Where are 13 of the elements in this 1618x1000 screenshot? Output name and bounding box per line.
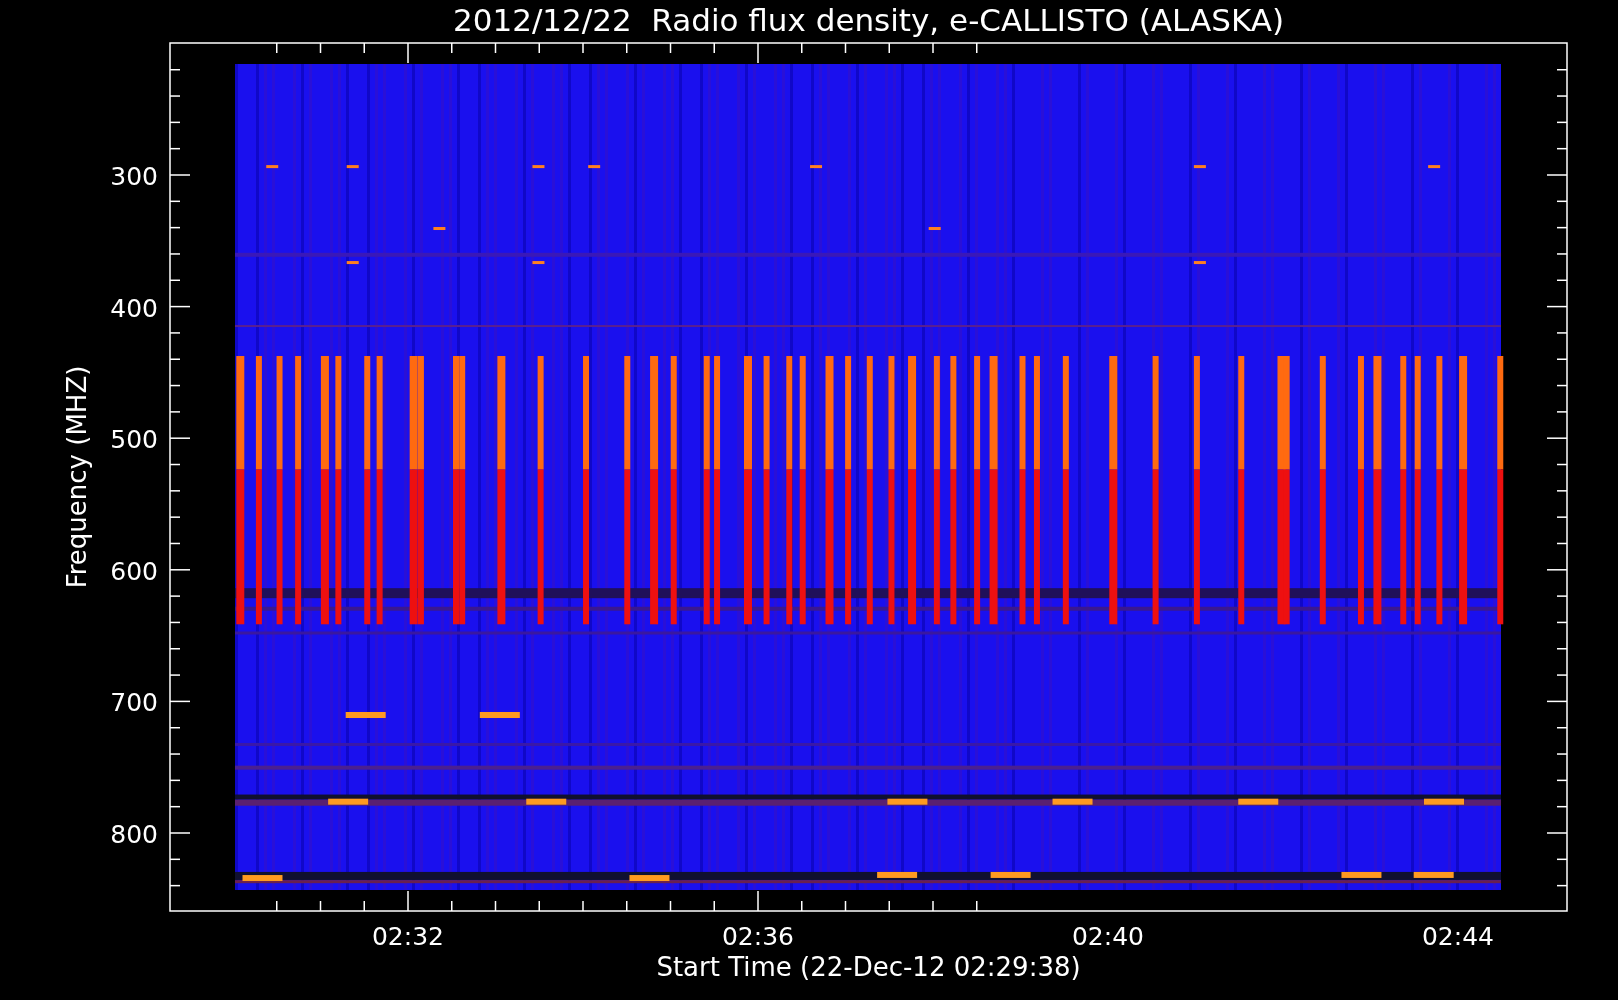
tick-label: 400 — [110, 293, 158, 323]
plot-title: 2012/12/22 Radio flux density, e-CALLISTO (ALASKA) — [453, 2, 1284, 38]
axis-label: Frequency (MHZ) — [62, 365, 92, 589]
tick-label: 02:36 — [722, 922, 794, 951]
tick-label: 300 — [110, 162, 158, 191]
tick-label: 02:44 — [1422, 922, 1494, 951]
tick-label: 700 — [110, 688, 158, 718]
tick-label: 02:40 — [1072, 922, 1144, 951]
tick-label: 02:32 — [372, 922, 444, 951]
tick-label: 500 — [110, 425, 158, 455]
tick-label: 600 — [110, 556, 158, 586]
tick-label: 800 — [110, 820, 158, 849]
axis-label: Start Time (22-Dec-12 02:29:38) — [656, 952, 1081, 982]
